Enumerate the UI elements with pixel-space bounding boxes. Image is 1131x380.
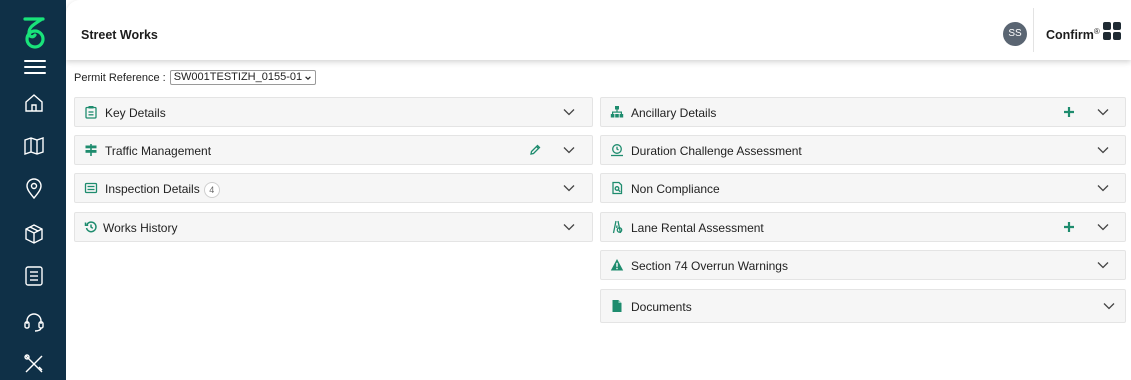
chevron-down-icon[interactable]	[1097, 184, 1109, 192]
history-icon	[84, 221, 97, 233]
count-badge: 4	[203, 182, 220, 198]
app-switcher-icon[interactable]	[1103, 22, 1121, 40]
panel-label: Duration Challenge Assessment	[631, 144, 802, 158]
app-root: Street Works SS Confirm® Permit Referenc…	[0, 0, 1131, 380]
chevron-down-icon[interactable]	[1097, 223, 1109, 231]
page-title: Street Works	[81, 28, 158, 42]
menu-icon[interactable]	[24, 60, 46, 75]
document-icon	[612, 300, 622, 312]
list-icon	[84, 182, 98, 194]
panel-label: Section 74 Overrun Warnings	[631, 259, 788, 273]
panel-label: Traffic Management	[105, 144, 212, 158]
chevron-down-icon[interactable]	[563, 184, 575, 192]
panel-works-history[interactable]: Works History	[74, 212, 593, 242]
panel-traffic-management[interactable]: Traffic Management	[74, 135, 593, 165]
brand-text: Confirm	[1046, 28, 1094, 43]
support-headset-icon[interactable]	[22, 310, 46, 334]
sidebar	[0, 0, 66, 380]
permit-reference: Permit Reference : SW001TESTIZH_0155-01	[74, 70, 317, 85]
chevron-down-icon[interactable]	[1097, 261, 1109, 269]
warning-icon	[610, 259, 624, 271]
panel-ancillary-details[interactable]: Ancillary Details	[600, 97, 1126, 127]
panel-label: Works History	[103, 221, 178, 235]
panel-label: Lane Rental Assessment	[631, 221, 764, 235]
panel-lane-rental[interactable]: Lane Rental Assessment	[600, 212, 1126, 242]
permit-reference-value: SW001TESTIZH_0155-01	[173, 71, 303, 83]
panel-label: Key Details	[105, 106, 166, 120]
lane-icon	[612, 220, 623, 234]
brand-name: Confirm®	[1046, 27, 1100, 42]
panel-key-details[interactable]: Key Details	[74, 97, 593, 127]
report-icon	[612, 181, 623, 195]
tools-icon[interactable]	[22, 352, 46, 376]
location-pin-icon[interactable]	[22, 177, 46, 201]
chevron-down-icon[interactable]	[563, 146, 575, 154]
chevron-down-icon	[305, 75, 311, 80]
add-icon[interactable]	[1063, 221, 1075, 233]
clipboard-icon	[85, 106, 97, 119]
panel-inspection-details[interactable]: Inspection Details 4	[74, 173, 593, 203]
panel-label-text: Inspection Details	[105, 182, 200, 197]
home-icon[interactable]	[22, 91, 46, 115]
panel-documents[interactable]: Documents	[600, 289, 1126, 323]
map-icon[interactable]	[22, 134, 46, 158]
signpost-icon	[85, 144, 97, 156]
chevron-down-icon[interactable]	[1097, 146, 1109, 154]
top-header: Street Works SS Confirm®	[66, 0, 1131, 60]
panel-duration-challenge[interactable]: Duration Challenge Assessment	[600, 135, 1126, 165]
panel-section-74-warnings[interactable]: Section 74 Overrun Warnings	[600, 250, 1126, 280]
permit-reference-label: Permit Reference :	[74, 71, 166, 84]
chevron-down-icon[interactable]	[563, 108, 575, 116]
checklist-icon[interactable]	[22, 264, 46, 288]
user-avatar[interactable]: SS	[1003, 22, 1027, 46]
timer-icon	[611, 144, 623, 157]
add-icon[interactable]	[1063, 106, 1075, 118]
pencil-icon[interactable]	[529, 144, 541, 156]
brand-mark: ®	[1093, 27, 1100, 36]
app-logo[interactable]	[21, 16, 49, 50]
sitemap-icon	[610, 106, 624, 118]
panel-non-compliance[interactable]: Non Compliance	[600, 173, 1126, 203]
panel-label: Non Compliance	[631, 182, 720, 196]
chevron-down-icon[interactable]	[563, 223, 575, 231]
chevron-down-icon[interactable]	[1097, 108, 1109, 116]
panel-label: Documents	[631, 300, 692, 314]
cube-icon[interactable]	[22, 222, 46, 246]
chevron-down-icon[interactable]	[1103, 302, 1115, 310]
permit-reference-select[interactable]: SW001TESTIZH_0155-01	[169, 70, 317, 85]
panel-label: Ancillary Details	[631, 106, 717, 120]
panel-label: Inspection Details 4	[105, 182, 220, 198]
header-divider	[1033, 8, 1034, 52]
